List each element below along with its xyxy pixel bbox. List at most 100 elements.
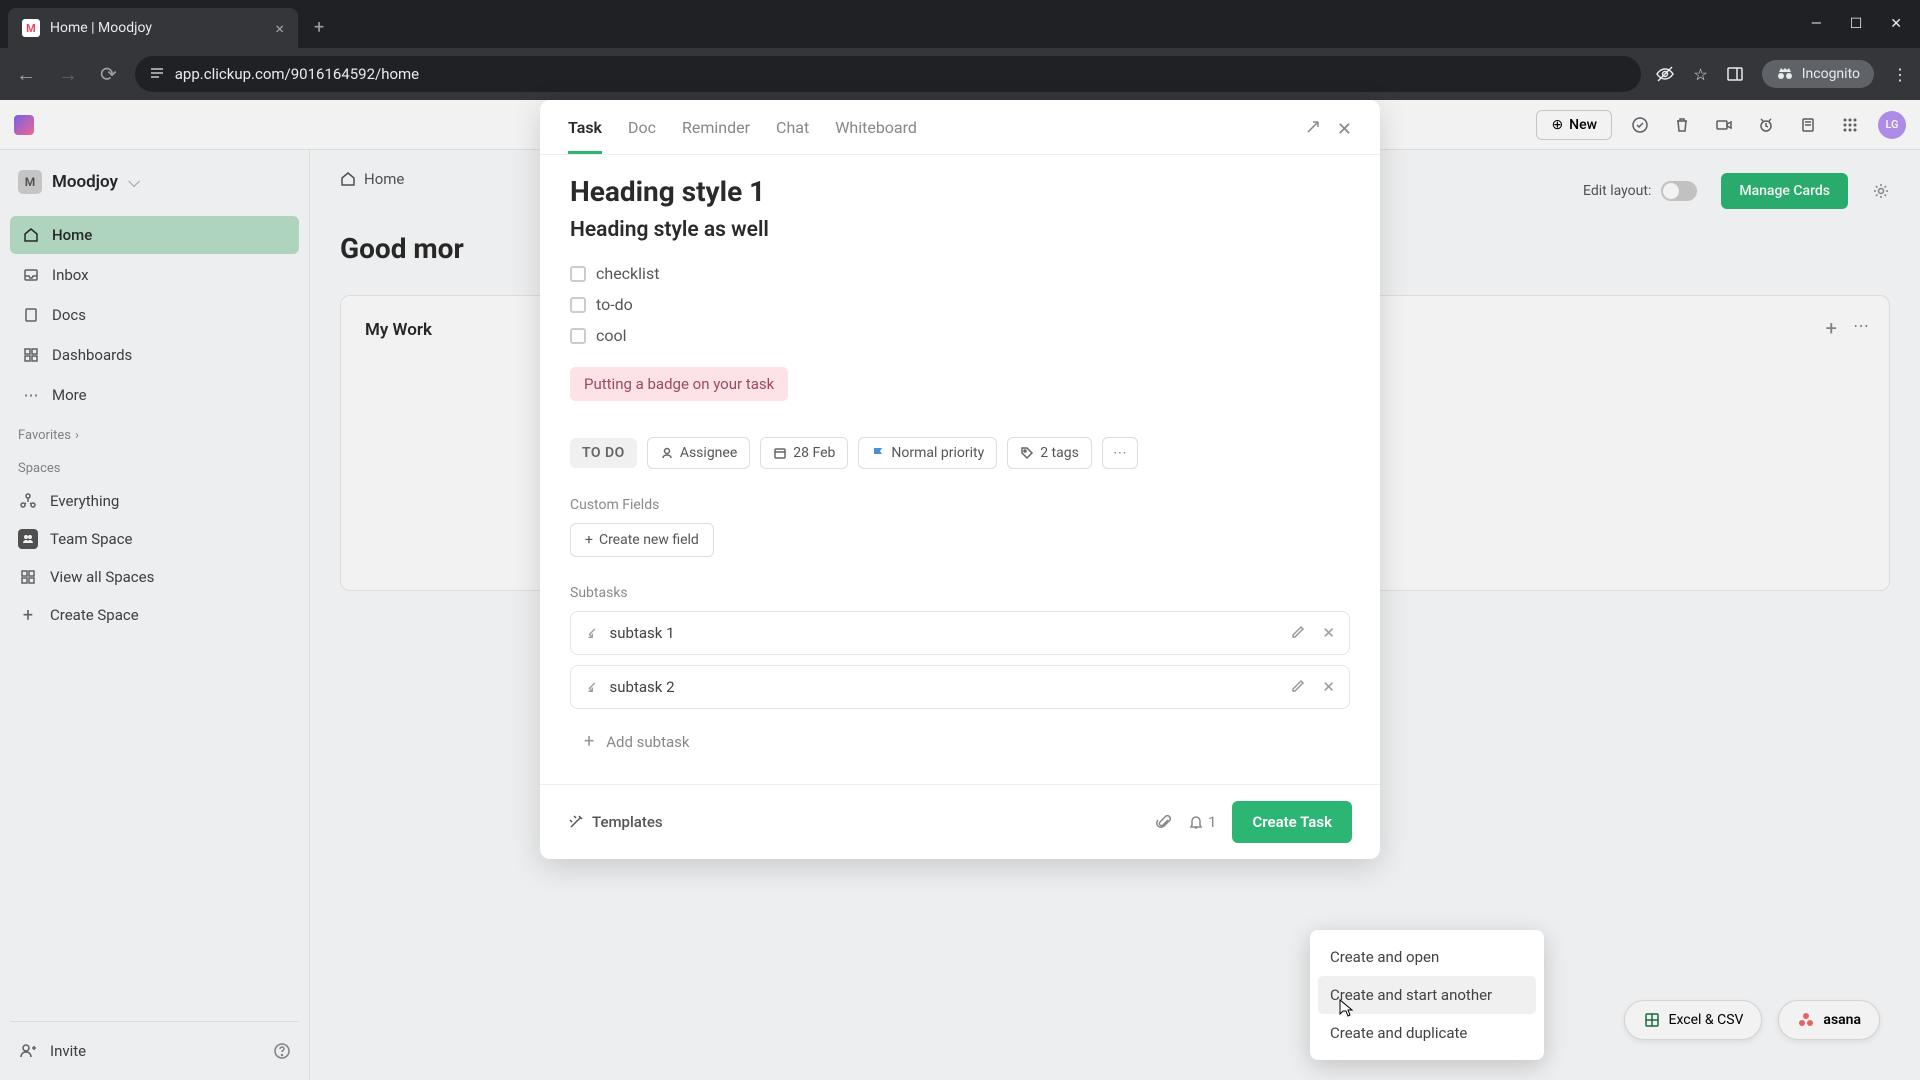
sidebar-item-home[interactable]: Home (10, 216, 299, 254)
close-window-icon[interactable]: ✕ (1890, 16, 1902, 32)
video-icon[interactable] (1710, 111, 1738, 139)
checkbox-icon[interactable] (570, 297, 586, 313)
create-task-button[interactable]: Create Task (1232, 801, 1352, 843)
add-subtask-button[interactable]: + Add subtask (570, 719, 1350, 764)
bell-icon (1188, 814, 1204, 830)
team-icon (18, 529, 38, 549)
space-view-all[interactable]: View all Spaces (10, 558, 299, 596)
subtask-icon: ⬏ (580, 676, 602, 698)
new-button[interactable]: ⊕ New (1536, 110, 1612, 140)
bookmark-star-icon[interactable]: ☆ (1693, 65, 1707, 84)
plus-icon[interactable]: + (1826, 316, 1837, 340)
back-icon[interactable]: ← (12, 58, 40, 91)
space-create[interactable]: + Create Space (10, 596, 299, 634)
tab-doc[interactable]: Doc (628, 118, 656, 154)
site-settings-icon[interactable] (149, 66, 165, 82)
task-title-heading[interactable]: Heading style 1 (570, 175, 1350, 208)
notepad-icon[interactable] (1794, 111, 1822, 139)
expand-icon[interactable] (1305, 119, 1321, 140)
eye-off-icon[interactable] (1655, 64, 1675, 84)
tab-task[interactable]: Task (568, 118, 602, 154)
edit-icon[interactable] (1290, 624, 1306, 642)
clickup-logo-icon[interactable] (14, 115, 34, 135)
remove-icon[interactable]: ✕ (1322, 624, 1335, 642)
space-label: Everything (50, 492, 119, 510)
create-field-button[interactable]: + Create new field (570, 523, 714, 557)
subtask-row[interactable]: ⬏ subtask 2 ✕ (570, 665, 1350, 709)
gear-icon[interactable] (1872, 182, 1890, 200)
forward-icon[interactable]: → (54, 58, 82, 91)
browser-tab[interactable]: M Home | Moodjoy × (8, 8, 298, 48)
notification-count[interactable]: 1 (1188, 813, 1216, 831)
flag-icon (871, 446, 885, 460)
assignee-chip[interactable]: Assignee (647, 437, 750, 469)
apps-grid-icon[interactable] (1836, 111, 1864, 139)
subtasks-heading: Subtasks (570, 585, 1350, 601)
workspace-selector[interactable]: M Moodjoy ⌵ (10, 160, 299, 204)
attachment-icon[interactable] (1156, 814, 1172, 830)
checklist-item[interactable]: checklist (570, 258, 1350, 289)
new-label: New (1569, 117, 1597, 133)
invite-label: Invite (50, 1042, 86, 1060)
minimize-icon[interactable]: — (1811, 16, 1822, 32)
asana-pill[interactable]: asana (1778, 1000, 1880, 1040)
space-label: Team Space (50, 530, 133, 548)
checklist-item[interactable]: cool (570, 320, 1350, 351)
maximize-icon[interactable]: ☐ (1850, 16, 1863, 32)
task-badge[interactable]: Putting a badge on your task (570, 367, 788, 401)
nav-label: Inbox (52, 266, 89, 284)
status-chip[interactable]: TO DO (570, 438, 637, 468)
dropdown-create-duplicate[interactable]: Create and duplicate (1318, 1014, 1536, 1052)
checklist-item[interactable]: to-do (570, 289, 1350, 320)
spaces-section: Spaces (10, 449, 299, 482)
subtask-row[interactable]: ⬏ subtask 1 ✕ (570, 611, 1350, 655)
modal-footer: Templates 1 Create Task (540, 784, 1380, 859)
sidebar-item-dashboards[interactable]: Dashboards (10, 336, 299, 374)
invite-button[interactable]: Invite (10, 1032, 265, 1070)
incognito-label: Incognito (1802, 66, 1860, 82)
favorites-section[interactable]: Favorites › (10, 416, 299, 449)
space-team[interactable]: Team Space (10, 520, 299, 558)
task-subheading[interactable]: Heading style as well (570, 218, 1350, 242)
new-tab-button[interactable]: + (308, 11, 330, 44)
more-options-chip[interactable]: ⋯ (1102, 437, 1138, 469)
priority-chip[interactable]: Normal priority (858, 437, 997, 469)
edit-icon[interactable] (1290, 678, 1306, 696)
side-panel-icon[interactable] (1726, 65, 1744, 83)
check-circle-icon[interactable] (1626, 111, 1654, 139)
dropdown-create-open[interactable]: Create and open (1318, 938, 1536, 976)
url-bar[interactable]: app.clickup.com/9016164592/home (135, 56, 1642, 92)
trash-icon[interactable] (1668, 111, 1696, 139)
date-chip[interactable]: 28 Feb (760, 437, 848, 469)
user-avatar[interactable]: LG (1878, 111, 1906, 139)
breadcrumb[interactable]: Home (340, 170, 404, 188)
alarm-icon[interactable] (1752, 111, 1780, 139)
sidebar-item-inbox[interactable]: Inbox (10, 256, 299, 294)
manage-cards-button[interactable]: Manage Cards (1721, 173, 1848, 209)
browser-menu-icon[interactable]: ⋮ (1892, 65, 1908, 84)
close-icon[interactable]: ✕ (1337, 119, 1352, 140)
user-plus-icon (18, 1041, 38, 1061)
remove-icon[interactable]: ✕ (1322, 678, 1335, 696)
tab-close-icon[interactable]: × (275, 19, 284, 38)
url-text: app.clickup.com/9016164592/home (175, 65, 419, 83)
sidebar-item-docs[interactable]: Docs (10, 296, 299, 334)
help-icon[interactable] (265, 1034, 299, 1068)
grid-icon (18, 567, 38, 587)
sidebar-item-more[interactable]: ⋯ More (10, 376, 299, 414)
excel-csv-pill[interactable]: Excel & CSV (1624, 1000, 1763, 1040)
checkbox-icon[interactable] (570, 266, 586, 282)
asana-icon (1797, 1011, 1815, 1029)
more-dots-icon[interactable]: ⋯ (1853, 316, 1869, 340)
space-everything[interactable]: Everything (10, 482, 299, 520)
templates-button[interactable]: Templates (568, 813, 663, 831)
tags-chip[interactable]: 2 tags (1007, 437, 1092, 469)
incognito-badge[interactable]: Incognito (1762, 60, 1874, 88)
reload-icon[interactable]: ⟳ (96, 58, 121, 90)
checkbox-icon[interactable] (570, 328, 586, 344)
tab-whiteboard[interactable]: Whiteboard (835, 118, 917, 154)
edit-layout-toggle[interactable] (1661, 181, 1697, 201)
mouse-cursor (1338, 998, 1354, 1018)
tab-reminder[interactable]: Reminder (682, 118, 750, 154)
tab-chat[interactable]: Chat (776, 118, 809, 154)
